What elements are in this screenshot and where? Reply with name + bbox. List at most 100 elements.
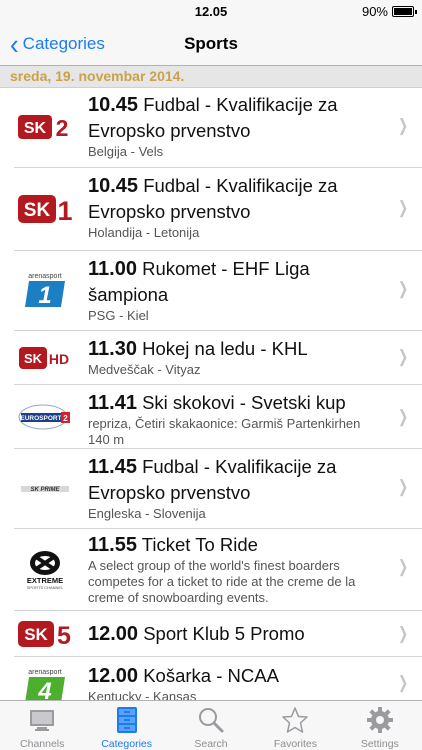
sk-logo-text: SK xyxy=(24,625,48,644)
event-time: 11.30 xyxy=(88,338,137,360)
event-subtitle: repriza, Četiri skakaonice: Garmiš Parte… xyxy=(88,416,361,431)
tab-settings[interactable]: Settings xyxy=(338,701,422,750)
event-title-line2: Evropsko prvenstvo xyxy=(88,482,251,503)
chevron-right-icon: ❯ xyxy=(397,198,408,217)
tab-label: Categories xyxy=(101,738,152,750)
event-title: Košarka - NCAA xyxy=(143,665,279,686)
battery-icon xyxy=(392,6,417,17)
star-icon xyxy=(280,705,310,734)
back-button[interactable]: ‹ Categories xyxy=(10,22,105,66)
sk-logo-number: 1 xyxy=(57,196,72,226)
event-title-line2: Evropsko prvenstvo xyxy=(88,201,251,222)
tab-channels[interactable]: Channels xyxy=(0,701,84,750)
event-row[interactable]: EXTREME SPORTS CHANNEL 11.55 Ticket To R… xyxy=(0,529,422,611)
event-list[interactable]: SK 2 10.45 Fudbal - Kvalifikacije za Evr… xyxy=(0,88,422,700)
tab-label: Settings xyxy=(360,738,399,750)
chevron-right-icon: ❯ xyxy=(397,279,408,298)
chevron-left-icon: ‹ xyxy=(10,27,19,61)
event-row[interactable]: SK 5 12.00 Sport Klub 5 Promo ❯ xyxy=(0,611,422,657)
event-title: Fudbal - Kvalifikacije za xyxy=(142,456,337,477)
event-time: 11.45 xyxy=(88,456,137,478)
extreme-logo-subtext: SPORTS CHANNEL xyxy=(27,585,64,590)
sk-logo-text: SK xyxy=(24,120,47,137)
eurosport-logo-text: EUROSPORT xyxy=(20,415,61,422)
event-subtitle: Belgija - Vels xyxy=(88,144,164,159)
eurosport-2-logo: EUROSPORT 2 xyxy=(16,400,74,434)
sport-klub-prime-logo: SK PRIME xyxy=(16,472,74,506)
event-text: 11.00 Rukomet - EHF Liga šampiona PSG - … xyxy=(88,256,390,324)
chevron-right-icon: ❯ xyxy=(397,673,408,692)
event-title: Ski skokovi - Svetski kup xyxy=(142,392,346,413)
event-title: Sport Klub 5 Promo xyxy=(143,623,305,644)
arenasport-1-logo: arenasport 1 xyxy=(16,271,74,309)
event-row[interactable]: arenasport 4 12.00 Košarka - NCAA Kentuc… xyxy=(0,657,422,700)
back-button-label: Categories xyxy=(22,34,105,53)
event-subtitle-line2: competes for a ticket to ride at the cre… xyxy=(88,574,356,589)
event-time: 10.45 xyxy=(88,175,139,197)
search-icon xyxy=(196,705,226,734)
event-time: 10.45 xyxy=(88,94,139,116)
event-title: Fudbal - Kvalifikacije za xyxy=(143,94,338,115)
sk-logo-number: 2 xyxy=(56,115,69,141)
arenasport-logo-text: arenasport xyxy=(28,273,62,280)
tab-label: Channels xyxy=(20,738,65,750)
event-subtitle: Kentucky - Kansas xyxy=(88,689,197,700)
event-time: 12.00 xyxy=(88,623,139,645)
event-title-line2: šampiona xyxy=(88,284,169,305)
event-subtitle: A select group of the world's finest boa… xyxy=(88,558,340,573)
event-time: 11.41 xyxy=(88,392,137,414)
arenasport-logo-text: arenasport xyxy=(28,669,62,676)
tv-icon xyxy=(27,705,57,734)
arenasport-4-logo: arenasport 4 xyxy=(16,667,74,700)
event-row[interactable]: SK 1 10.45 Fudbal - Kvalifikacije za Evr… xyxy=(0,168,422,251)
event-title: Hokej na ledu - KHL xyxy=(142,338,308,359)
date-section-header: sreda, 19. novembar 2014. xyxy=(0,66,422,88)
tab-label: Search xyxy=(194,738,228,750)
navigation-bar: ‹ Categories Sports xyxy=(0,22,422,66)
sport-klub-2-logo: SK 2 xyxy=(16,110,74,144)
event-title: Rukomet - EHF Liga xyxy=(142,258,310,279)
sk-logo-number: 5 xyxy=(57,622,71,650)
extreme-sports-logo: EXTREME SPORTS CHANNEL xyxy=(16,549,74,591)
tab-categories[interactable]: Categories xyxy=(84,701,168,750)
event-title: Ticket To Ride xyxy=(141,534,258,555)
event-time: 11.55 xyxy=(88,534,137,556)
event-subtitle: Holandija - Letonija xyxy=(88,225,200,240)
event-row[interactable]: SK PRIME 11.45 Fudbal - Kvalifikacije za… xyxy=(0,449,422,529)
event-text: 12.00 Košarka - NCAA Kentucky - Kansas xyxy=(88,663,390,700)
tab-label: Favorites xyxy=(273,738,318,750)
event-text: 11.30 Hokej na ledu - KHL Medveščak - Vi… xyxy=(88,336,390,378)
event-text: 11.55 Ticket To Ride A select group of t… xyxy=(88,532,390,606)
gear-icon xyxy=(365,705,395,734)
event-row[interactable]: EUROSPORT 2 11.41 Ski skokovi - Svetski … xyxy=(0,385,422,449)
chevron-right-icon: ❯ xyxy=(397,347,408,366)
event-title: Fudbal - Kvalifikacije za xyxy=(143,175,338,196)
status-bar: 12.05 90% xyxy=(0,0,422,22)
sk-prime-logo-text: SK PRIME xyxy=(30,487,60,493)
event-row[interactable]: arenasport 1 11.00 Rukomet - EHF Liga ša… xyxy=(0,251,422,331)
sk-hd-text: HD xyxy=(49,351,69,367)
cabinet-icon xyxy=(112,705,142,734)
event-text: 11.41 Ski skokovi - Svetski kup repriza,… xyxy=(88,390,390,448)
tab-favorites[interactable]: Favorites xyxy=(253,701,337,750)
event-row[interactable]: SK HD 11.30 Hokej na ledu - KHL Medvešča… xyxy=(0,331,422,385)
event-time: 12.00 xyxy=(88,665,139,687)
event-title-line2: Evropsko prvenstvo xyxy=(88,120,251,141)
event-text: 10.45 Fudbal - Kvalifikacije za Evropsko… xyxy=(88,92,390,160)
arenasport-logo-number: 1 xyxy=(38,282,51,309)
chevron-right-icon: ❯ xyxy=(397,407,408,426)
sport-klub-1-logo: SK 1 xyxy=(16,192,74,226)
arenasport-logo-number: 4 xyxy=(37,678,51,700)
eurosport-logo-number: 2 xyxy=(63,414,68,423)
tab-search[interactable]: Search xyxy=(169,701,253,750)
sport-klub-hd-logo: SK HD xyxy=(16,341,74,375)
event-text: 12.00 Sport Klub 5 Promo xyxy=(88,621,390,647)
sk-logo-text: SK xyxy=(24,351,43,366)
tab-bar: Channels Categories Search Favorites Set… xyxy=(0,700,422,750)
sk-logo-text: SK xyxy=(24,200,51,221)
event-row[interactable]: SK 2 10.45 Fudbal - Kvalifikacije za Evr… xyxy=(0,88,422,168)
event-subtitle: PSG - Kiel xyxy=(88,308,149,323)
chevron-right-icon: ❯ xyxy=(397,624,408,643)
battery-percentage: 90% xyxy=(361,4,388,19)
event-text: 11.45 Fudbal - Kvalifikacije za Evropsko… xyxy=(88,454,390,522)
